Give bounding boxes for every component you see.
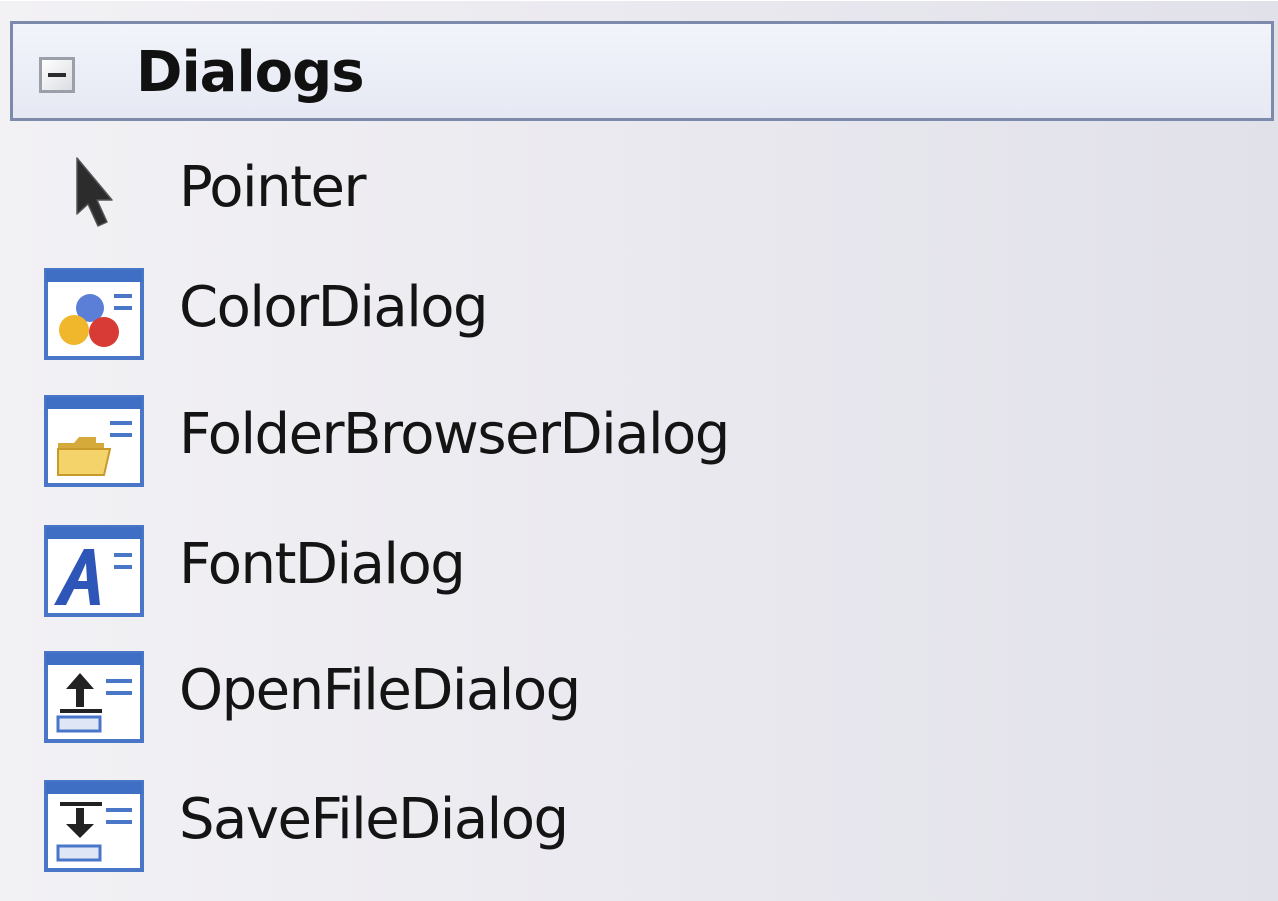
toolbox-item-label: ColorDialog [179, 275, 489, 340]
toolbox-item-openfiledialog[interactable]: OpenFileDialog [10, 632, 1274, 750]
toolbox-item-label: OpenFileDialog [179, 658, 581, 723]
group-header-dialogs[interactable]: Dialogs [10, 21, 1274, 121]
toolbox-item-label: Pointer [179, 155, 367, 220]
toolbox-item-fontdialog[interactable]: FontDialog [10, 506, 1274, 624]
toolbox-item-savefiledialog[interactable]: SaveFileDialog [10, 761, 1274, 879]
toolbox-item-colordialog[interactable]: ColorDialog [10, 249, 1274, 367]
color-dialog-icon [44, 268, 144, 360]
toolbox-item-label: SaveFileDialog [179, 787, 569, 852]
save-file-dialog-icon [44, 780, 144, 872]
toolbox-item-label: FontDialog [179, 532, 466, 597]
collapse-minus-icon[interactable] [39, 57, 75, 93]
open-file-dialog-icon [44, 651, 144, 743]
folder-browser-dialog-icon [44, 395, 144, 487]
font-dialog-icon [44, 525, 144, 617]
pointer-arrow-icon [44, 148, 144, 240]
toolbox-panel: Dialogs Pointer ColorDialog FolderBrowse… [0, 0, 1278, 901]
group-title: Dialogs [136, 40, 365, 105]
toolbox-item-pointer[interactable]: Pointer [10, 129, 1274, 247]
toolbox-item-label: FolderBrowserDialog [179, 402, 730, 467]
toolbox-item-folderbrowserdialog[interactable]: FolderBrowserDialog [10, 376, 1274, 494]
